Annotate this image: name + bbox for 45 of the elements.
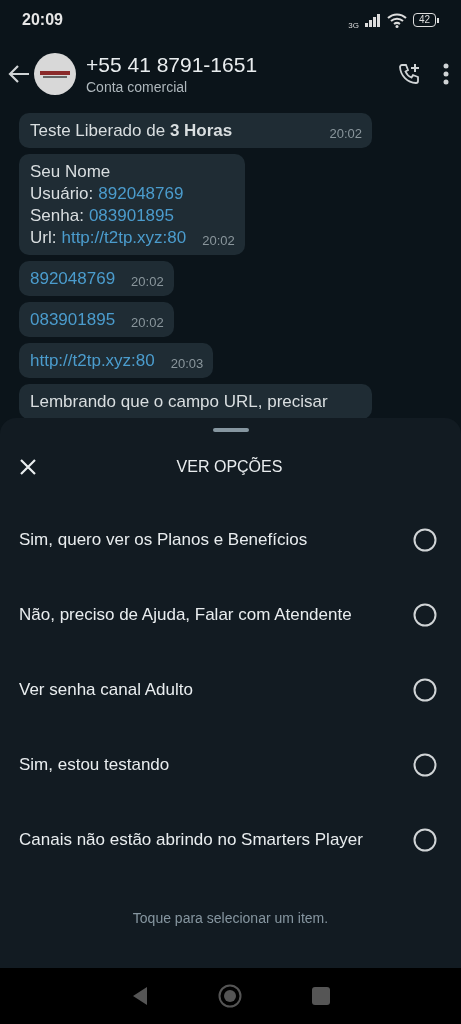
link[interactable]: http://t2tp.xyz:80 [30, 350, 155, 372]
link[interactable]: http://t2tp.xyz:80 [61, 227, 187, 249]
battery-level: 42 [412, 13, 436, 27]
message-time: 20:02 [202, 233, 235, 248]
link[interactable]: 083901895 [30, 309, 116, 331]
close-icon[interactable] [19, 458, 37, 476]
message-text: Seu Nome [30, 161, 111, 183]
option-item[interactable]: Ver senha canal Adulto [0, 652, 461, 727]
message-text: Senha: [30, 205, 84, 227]
message-time: 20:02 [131, 315, 164, 330]
message-time: 20:03 [170, 356, 204, 371]
contact-subtitle: Conta comercial [86, 78, 189, 95]
message-text: Lembrando que o campo URL, precisar [30, 391, 328, 413]
hint-text: Toque para selecionar um item. [131, 910, 330, 926]
link[interactable]: 892048769 [98, 183, 184, 205]
status-time: 20:09 [22, 11, 63, 29]
home-nav-icon[interactable] [217, 984, 242, 1008]
more-options-icon[interactable] [443, 62, 449, 85]
back-nav-icon[interactable] [131, 986, 148, 1006]
message-time: 20:02 [131, 274, 164, 289]
radio-button[interactable] [413, 527, 437, 552]
radio-button[interactable] [413, 602, 437, 627]
drag-handle[interactable] [212, 428, 249, 432]
recents-nav-icon[interactable] [311, 987, 330, 1005]
signal-icon [364, 13, 381, 27]
radio-button[interactable] [413, 752, 437, 777]
message-time: 20:02 [329, 126, 362, 141]
option-item[interactable]: Canais não estão abrindo no Smarters Player [0, 802, 461, 877]
message-text: Usuário: [30, 183, 94, 205]
link[interactable]: 892048769 [30, 268, 116, 290]
network-type: 3G [348, 20, 359, 30]
add-call-icon[interactable] [397, 61, 421, 86]
link[interactable]: 083901895 [88, 205, 174, 227]
option-item[interactable]: Sim, quero ver os Planos e Benefícios [0, 502, 461, 577]
wifi-icon [386, 12, 407, 28]
avatar[interactable] [34, 52, 76, 95]
radio-button[interactable] [413, 827, 437, 852]
message-text: Teste Liberado de 3 Horas [30, 120, 233, 142]
back-icon[interactable] [8, 63, 30, 84]
radio-button[interactable] [413, 677, 437, 702]
sheet-title: VER OPÇÕES [175, 458, 284, 476]
contact-name[interactable]: +55 41 8791-1651 [86, 52, 375, 77]
option-item[interactable]: Sim, estou testando [0, 727, 461, 802]
option-item[interactable]: Não, preciso de Ajuda, Falar com Atendente [0, 577, 461, 652]
message-text: Url: [30, 227, 57, 249]
